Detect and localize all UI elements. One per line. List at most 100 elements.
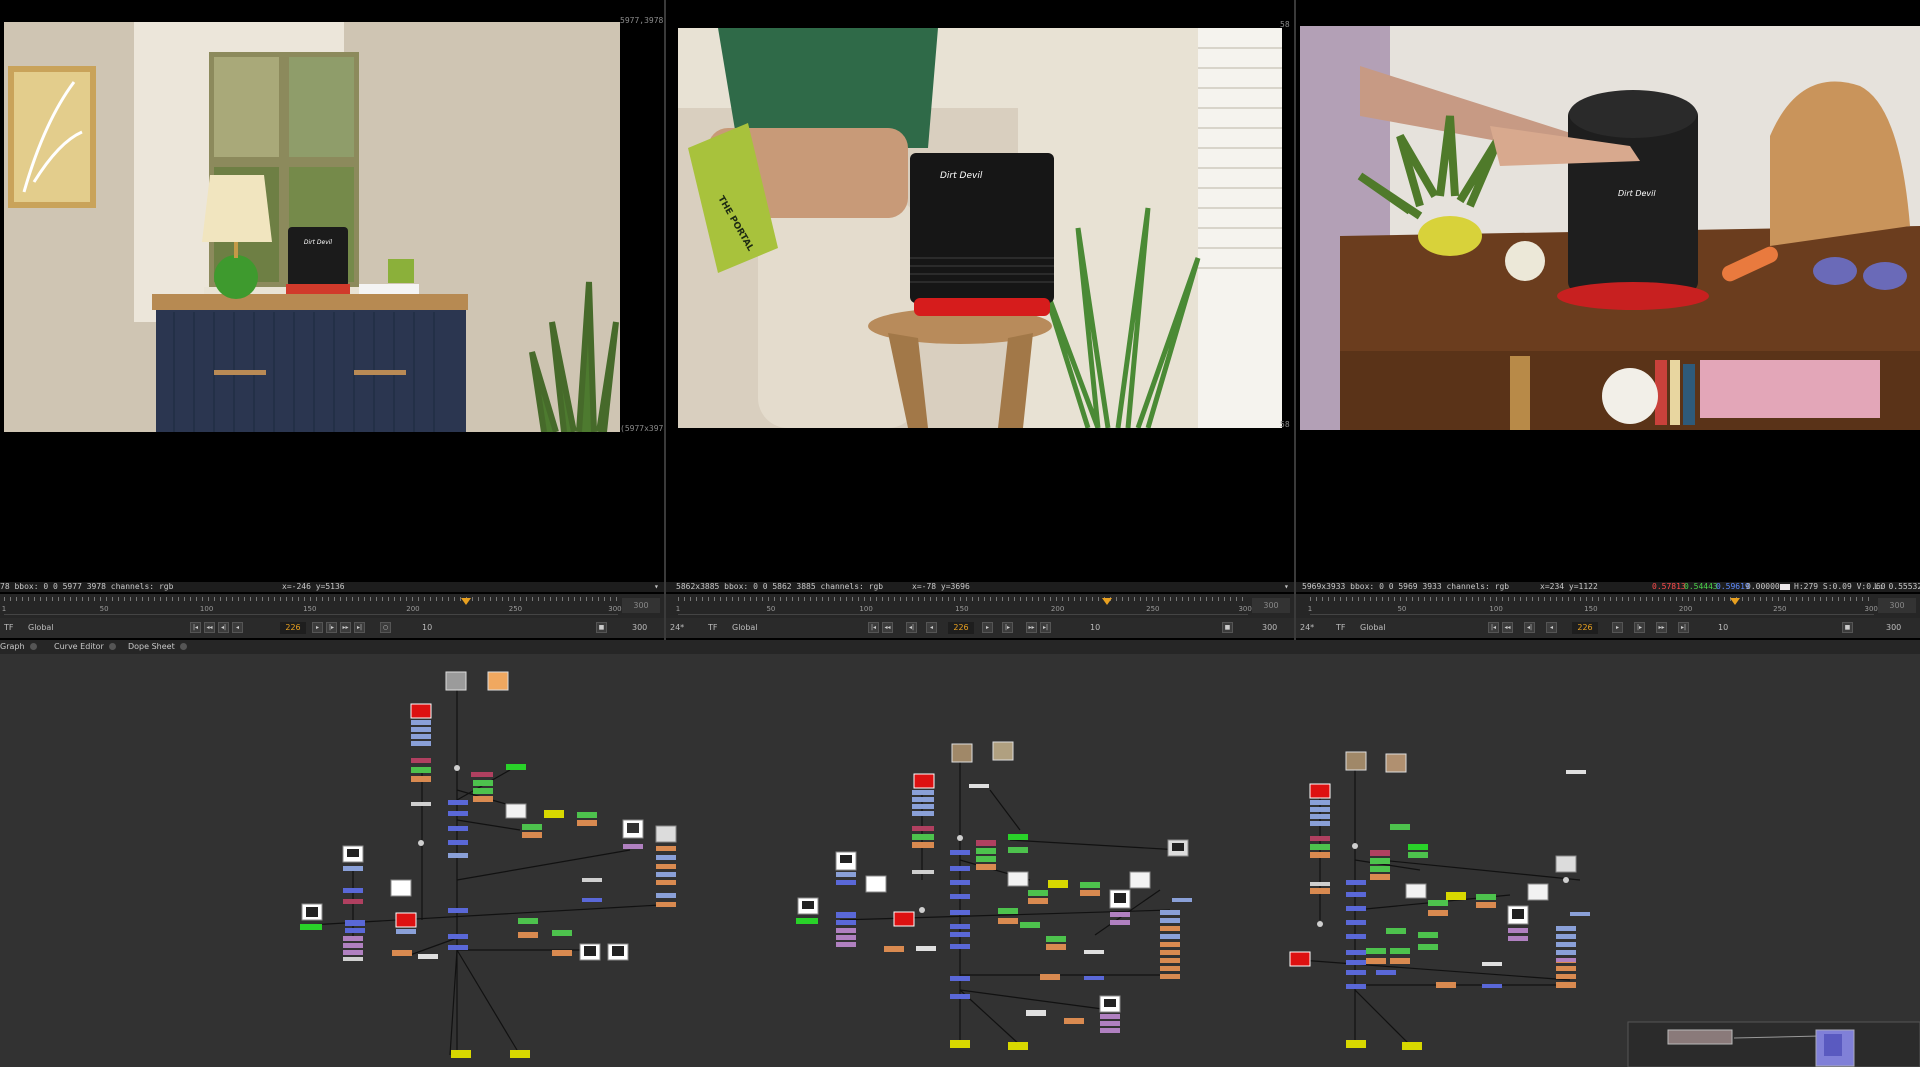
close-icon[interactable] (108, 643, 116, 650)
skip-frames[interactable]: 10 (422, 622, 432, 634)
timeline[interactable]: 1 50 100 150 200 250 300 300 (1296, 594, 1920, 618)
tick-label: 150 (1584, 605, 1598, 613)
play-backward-icon[interactable]: ◂ (232, 622, 243, 633)
play-backward-icon[interactable]: ◂ (1546, 622, 1557, 633)
timeline[interactable]: 1 50 100 150 200 250 300 300 (0, 594, 664, 618)
prev-key-icon[interactable]: ◂◂ (204, 622, 215, 633)
tf-menu[interactable]: TF (4, 622, 14, 634)
step-back-icon[interactable]: ◂| (906, 622, 917, 633)
step-back-icon[interactable]: ◂| (218, 622, 229, 633)
global-menu[interactable]: Global (732, 622, 758, 634)
play-forward-icon[interactable]: ▸ (1612, 622, 1623, 633)
tick-label: 150 (955, 605, 969, 613)
tick-label: 250 (508, 605, 523, 613)
step-forward-icon[interactable]: |▸ (1002, 622, 1013, 633)
playhead-marker[interactable] (1729, 598, 1740, 605)
close-icon[interactable] (179, 643, 187, 650)
close-icon[interactable] (29, 643, 37, 650)
global-menu[interactable]: Global (28, 622, 54, 634)
panel-tab-bar: Graph Curve Editor Dope Sheet (0, 640, 1920, 654)
global-menu[interactable]: Global (1360, 622, 1386, 634)
tick-label: 150 (303, 605, 317, 613)
tab-node-graph[interactable]: Graph (0, 640, 37, 654)
playhead-marker[interactable] (1102, 598, 1113, 605)
cursor-coords: x=-78 y=3696 (912, 582, 970, 591)
goto-end-icon[interactable]: ▸| (1678, 622, 1689, 633)
tf-menu[interactable]: TF (708, 622, 718, 634)
tick-label: 250 (1773, 605, 1787, 613)
tick-label: 100 (1489, 605, 1503, 613)
playhead-marker[interactable] (461, 598, 472, 605)
info-menu-icon[interactable]: ▾ (654, 582, 659, 592)
end-frame-label: 300 (1262, 623, 1278, 632)
timeline-ruler[interactable]: 1 50 100 150 200 250 300 (2, 597, 622, 615)
goto-end-icon[interactable]: ▸| (354, 622, 365, 633)
lock-icon[interactable]: ■ (1842, 622, 1853, 633)
tick-label: 100 (199, 605, 214, 613)
lock-icon[interactable]: ■ (1222, 622, 1233, 633)
viewer-panel-1[interactable]: Dirt Devil 5977,3978 (5977x3978) 78 bbox… (0, 0, 664, 640)
play-forward-icon[interactable]: ▸ (312, 622, 323, 633)
next-key-icon[interactable]: ▸▸ (340, 622, 351, 633)
pixel-value-g: 0.54443 (1684, 582, 1718, 591)
goto-start-icon[interactable]: |◂ (1488, 622, 1499, 633)
tab-label: Dope Sheet (128, 642, 175, 651)
tick-label: 50 (766, 605, 776, 613)
goto-end-icon[interactable]: ▸| (1040, 622, 1051, 633)
pixel-value-b: 0.59619 (1716, 582, 1750, 591)
end-frame-field[interactable]: 300 (1878, 598, 1916, 613)
format-info: 78 bbox: 0 0 5977 3978 channels: rgb (0, 582, 174, 591)
timeline-ruler[interactable]: 1 50 100 150 200 250 300 (675, 597, 1252, 615)
tf-menu[interactable]: TF (1336, 622, 1346, 634)
step-back-icon[interactable]: ◂| (1524, 622, 1535, 633)
cursor-coords: x=234 y=1122 (1540, 582, 1598, 591)
end-frame-field[interactable]: 300 (1252, 598, 1290, 613)
step-forward-icon[interactable]: |▸ (326, 622, 337, 633)
tick-label: 50 (99, 605, 109, 613)
info-menu-icon[interactable]: ▾ (1284, 582, 1289, 592)
end-frame-field[interactable]: 300 (622, 598, 660, 613)
timeline[interactable]: 1 50 100 150 200 250 300 300 (666, 594, 1294, 618)
next-key-icon[interactable]: ▸▸ (1026, 622, 1037, 633)
viewer-image-living-room: THE PORTAL Dirt Devil (678, 28, 1282, 428)
prev-key-icon[interactable]: ◂◂ (882, 622, 893, 633)
skip-frames[interactable]: 10 (1718, 622, 1728, 634)
tick-label: 100 (859, 605, 873, 613)
tick-label: 1 (675, 605, 681, 613)
node-boxes[interactable] (300, 671, 1590, 1058)
viewer-panel-2[interactable]: THE PORTAL Dirt Devil 58 58 5862x3885 bb… (666, 0, 1294, 640)
tick-label: 300 (1864, 605, 1878, 613)
format-label-top: 5977,3978 (620, 16, 664, 25)
goto-start-icon[interactable]: |◂ (868, 622, 879, 633)
current-frame-field[interactable]: 226 (280, 622, 306, 634)
tick-label: 200 (1050, 605, 1065, 613)
tab-curve-editor[interactable]: Curve Editor (54, 640, 116, 654)
tick-label: 250 (1146, 605, 1160, 613)
tab-label: Curve Editor (54, 642, 104, 651)
viewer-image-sideboard: Dirt Devil (1300, 26, 1920, 430)
play-forward-icon[interactable]: ▸ (982, 622, 993, 633)
lock-icon[interactable]: ■ (596, 622, 607, 633)
viewer-panel-3[interactable]: Dirt Devil 5969x3933 bbox: 0 0 5969 3933… (1296, 0, 1920, 640)
cursor-coords: x=-246 y=5136 (282, 582, 345, 591)
format-info: 5969x3933 bbox: 0 0 5969 3933 channels: … (1302, 582, 1510, 591)
graph-minimap[interactable] (1627, 1021, 1920, 1067)
next-key-icon[interactable]: ▸▸ (1656, 622, 1667, 633)
current-frame-field[interactable]: 226 (948, 622, 974, 634)
loop-icon[interactable]: ○ (380, 622, 391, 633)
current-frame-field[interactable]: 226 (1572, 622, 1598, 634)
timeline-ruler[interactable]: 1 50 100 150 200 250 300 (1307, 597, 1878, 615)
tick-label: 300 (608, 605, 622, 613)
play-backward-icon[interactable]: ◂ (926, 622, 937, 633)
prev-key-icon[interactable]: ◂◂ (1502, 622, 1513, 633)
step-forward-icon[interactable]: |▸ (1634, 622, 1645, 633)
fps-menu[interactable]: 24* (670, 622, 684, 634)
playback-controls: TF Global |◂ ◂◂ ◂| ◂ 226 ▸ |▸ ▸▸ ▸| ○ 10… (0, 618, 664, 638)
read-node (445, 671, 467, 691)
goto-start-icon[interactable]: |◂ (190, 622, 201, 633)
fps-menu[interactable]: 24* (1300, 622, 1314, 634)
tick-label: 1 (1307, 605, 1313, 613)
tab-dope-sheet[interactable]: Dope Sheet (128, 640, 187, 654)
node-graph[interactable] (0, 654, 1920, 1067)
skip-frames[interactable]: 10 (1090, 622, 1100, 634)
